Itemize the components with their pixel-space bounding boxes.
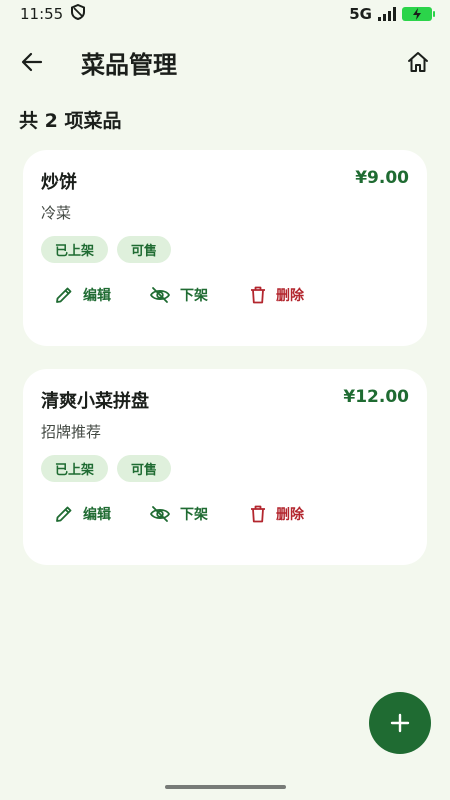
home-button[interactable]	[402, 46, 434, 78]
status-right: 5G	[349, 5, 435, 23]
dish-category: 招牌推荐	[41, 423, 102, 441]
pencil-icon	[56, 287, 72, 303]
dish-card: 清爽小菜拼盘 ¥12.00 招牌推荐 已上架 可售 编辑 下架 删除	[23, 369, 427, 565]
status-badge-available: 可售	[117, 236, 172, 263]
status-left: 11:55	[20, 3, 86, 24]
dish-header: 炒饼 ¥9.00	[41, 168, 409, 194]
offline-button[interactable]: 下架	[150, 285, 250, 305]
offline-label: 下架	[180, 288, 208, 304]
delete-label: 删除	[276, 288, 304, 304]
dish-actions: 编辑 下架 删除	[55, 285, 409, 305]
dish-price: ¥9.00	[355, 168, 409, 188]
offline-label: 下架	[180, 507, 208, 523]
dish-price: ¥12.00	[343, 387, 409, 407]
edit-button[interactable]: 编辑	[55, 504, 150, 524]
network-type: 5G	[349, 5, 372, 23]
delete-button[interactable]: 删除	[250, 504, 304, 524]
status-bar: 11:55 5G	[0, 0, 450, 28]
trash-icon	[251, 505, 265, 523]
status-badge-available: 可售	[117, 455, 172, 482]
edit-label: 编辑	[83, 507, 111, 523]
dish-count: 共 2 项菜品	[19, 110, 122, 132]
trash-icon	[251, 286, 265, 304]
home-icon	[408, 52, 428, 72]
edit-button[interactable]: 编辑	[55, 285, 150, 305]
status-time: 11:55	[20, 5, 64, 23]
add-dish-button[interactable]	[369, 692, 431, 754]
dish-name: 清爽小菜拼盘	[41, 391, 149, 412]
delete-button[interactable]: 删除	[250, 285, 304, 305]
page-title: 菜品管理	[81, 50, 177, 79]
dish-card: 炒饼 ¥9.00 冷菜 已上架 可售 编辑 下架 删除	[23, 150, 427, 346]
edit-label: 编辑	[83, 288, 111, 304]
shield-icon	[71, 3, 86, 24]
back-button[interactable]	[16, 46, 48, 78]
dish-name: 炒饼	[41, 172, 77, 193]
battery-icon	[402, 7, 435, 21]
dish-actions: 编辑 下架 删除	[55, 504, 409, 524]
arrow-left-icon	[21, 52, 43, 72]
home-indicator[interactable]	[165, 785, 286, 789]
eye-off-icon	[150, 287, 170, 303]
plus-icon	[390, 713, 410, 733]
status-badge-listed: 已上架	[41, 455, 109, 482]
delete-label: 删除	[276, 507, 304, 523]
offline-button[interactable]: 下架	[150, 504, 250, 524]
status-badge-listed: 已上架	[41, 236, 109, 263]
dish-badges: 已上架 可售	[41, 455, 409, 482]
pencil-icon	[56, 506, 72, 522]
dish-badges: 已上架 可售	[41, 236, 409, 263]
dish-header: 清爽小菜拼盘 ¥12.00	[41, 387, 409, 413]
signal-icon	[378, 7, 396, 21]
eye-off-icon	[150, 506, 170, 522]
app-bar: 菜品管理	[0, 36, 450, 88]
dish-category: 冷菜	[41, 204, 72, 222]
